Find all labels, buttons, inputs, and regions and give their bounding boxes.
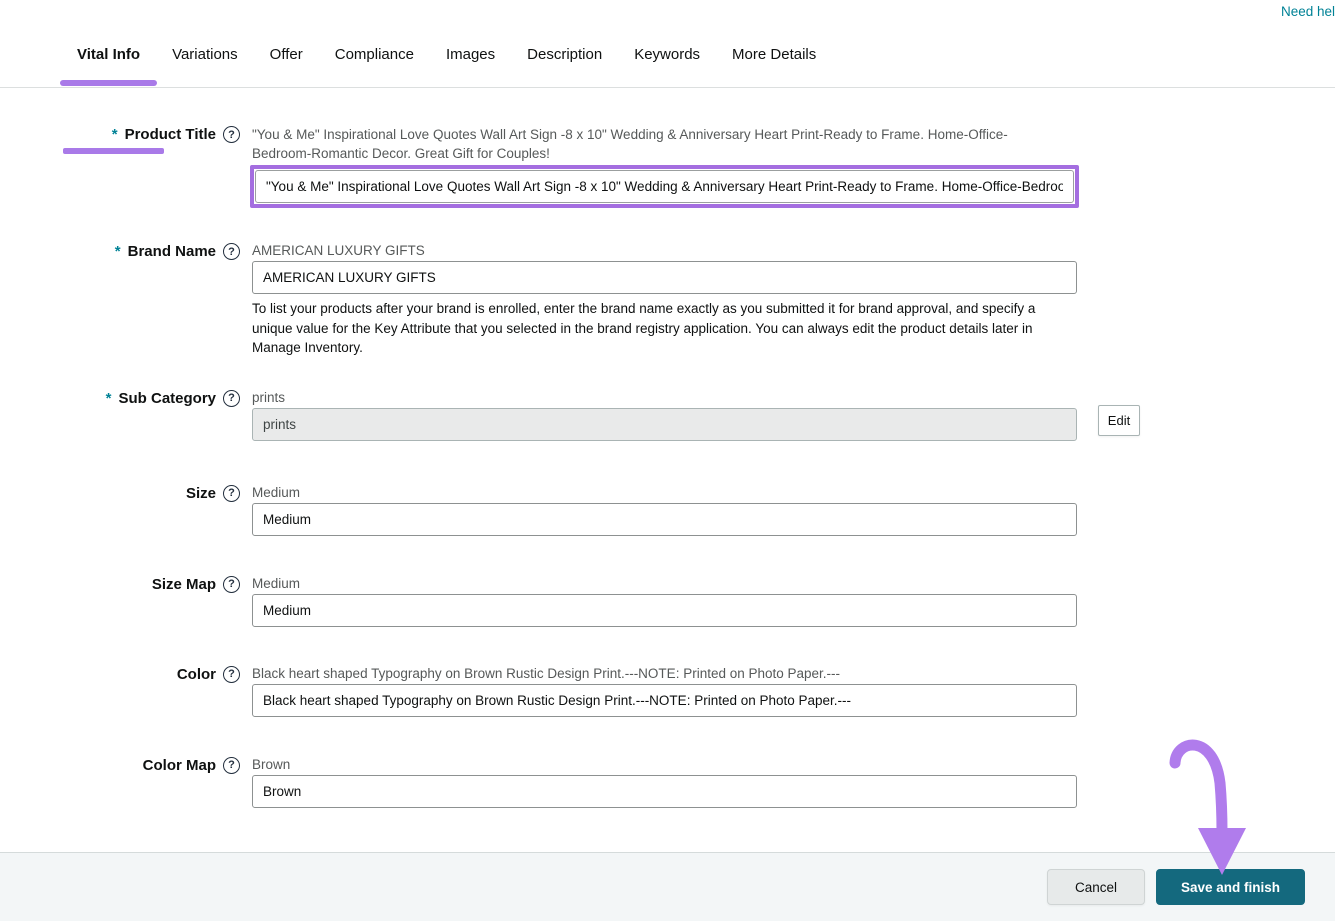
- size-hint: Medium: [252, 484, 1077, 501]
- size-input[interactable]: [252, 503, 1077, 536]
- help-icon[interactable]: ?: [223, 390, 240, 407]
- field-row-size-map: Size Map ? Medium: [0, 575, 1335, 627]
- size-label-group: Size ?: [0, 484, 240, 536]
- product-title-hint: "You & Me" Inspirational Love Quotes Wal…: [252, 125, 1047, 163]
- field-row-sub-category: * Sub Category ? prints Edit: [0, 389, 1335, 441]
- size-map-label: Size Map: [152, 576, 216, 594]
- brand-name-input[interactable]: [252, 261, 1077, 294]
- purple-underline-annotation: [63, 148, 164, 154]
- help-icon[interactable]: ?: [223, 666, 240, 683]
- sub-category-field: prints: [252, 389, 1077, 441]
- sub-category-hint: prints: [252, 389, 1077, 406]
- product-title-input[interactable]: [255, 170, 1074, 203]
- tab-keywords[interactable]: Keywords: [618, 46, 716, 87]
- size-field: Medium: [252, 484, 1077, 536]
- color-map-label: Color Map: [143, 757, 216, 775]
- product-title-label: Product Title: [125, 126, 216, 144]
- tab-compliance[interactable]: Compliance: [319, 46, 430, 87]
- vital-info-form: * Product Title ? "You & Me" Inspiration…: [0, 88, 1335, 808]
- tab-images[interactable]: Images: [430, 46, 511, 87]
- tab-bar: Vital Info Variations Offer Compliance I…: [61, 46, 832, 87]
- page-header: Need help? Vital Info Variations Offer C…: [0, 0, 1335, 88]
- sub-category-label-group: * Sub Category ?: [0, 389, 240, 441]
- field-row-color: Color ? Black heart shaped Typography on…: [0, 665, 1335, 717]
- brand-name-label: Brand Name: [128, 243, 216, 261]
- size-map-input[interactable]: [252, 594, 1077, 627]
- help-icon[interactable]: ?: [223, 485, 240, 502]
- help-icon[interactable]: ?: [223, 576, 240, 593]
- required-asterisk: *: [106, 390, 112, 408]
- field-row-size: Size ? Medium: [0, 484, 1335, 536]
- color-map-label-group: Color Map ?: [0, 756, 240, 808]
- color-label: Color: [177, 666, 216, 684]
- color-input[interactable]: [252, 684, 1077, 717]
- brand-name-field: AMERICAN LUXURY GIFTS To list your produ…: [252, 242, 1077, 358]
- tab-offer[interactable]: Offer: [254, 46, 319, 87]
- sub-category-label: Sub Category: [118, 390, 216, 408]
- need-help-link[interactable]: Need help?: [1281, 4, 1335, 19]
- color-map-hint: Brown: [252, 756, 1077, 773]
- brand-name-hint: AMERICAN LUXURY GIFTS: [252, 242, 1077, 259]
- size-map-hint: Medium: [252, 575, 1077, 592]
- color-label-group: Color ?: [0, 665, 240, 717]
- save-and-finish-button[interactable]: Save and finish: [1156, 869, 1305, 905]
- field-row-brand-name: * Brand Name ? AMERICAN LUXURY GIFTS To …: [0, 242, 1335, 358]
- purple-highlight-box-annotation: [250, 165, 1079, 208]
- size-map-label-group: Size Map ?: [0, 575, 240, 627]
- help-icon[interactable]: ?: [223, 126, 240, 143]
- color-map-input[interactable]: [252, 775, 1077, 808]
- required-asterisk: *: [115, 243, 121, 261]
- help-icon[interactable]: ?: [223, 757, 240, 774]
- tab-variations[interactable]: Variations: [156, 46, 254, 87]
- field-row-color-map: Color Map ? Brown: [0, 756, 1335, 808]
- tab-more-details[interactable]: More Details: [716, 46, 832, 87]
- brand-name-help-text: To list your products after your brand i…: [252, 299, 1064, 358]
- tab-description[interactable]: Description: [511, 46, 618, 87]
- color-field: Black heart shaped Typography on Brown R…: [252, 665, 1077, 717]
- size-map-field: Medium: [252, 575, 1077, 627]
- cancel-button[interactable]: Cancel: [1047, 869, 1145, 905]
- edit-button[interactable]: Edit: [1098, 405, 1140, 436]
- product-title-label-group: * Product Title ?: [0, 125, 240, 208]
- product-edit-page: { "header": { "need_help_label": "Need h…: [0, 0, 1335, 921]
- sub-category-input: [252, 408, 1077, 441]
- field-row-product-title: * Product Title ? "You & Me" Inspiration…: [0, 125, 1335, 208]
- required-asterisk: *: [112, 126, 118, 144]
- color-map-field: Brown: [252, 756, 1077, 808]
- color-hint: Black heart shaped Typography on Brown R…: [252, 665, 1077, 682]
- brand-name-label-group: * Brand Name ?: [0, 242, 240, 358]
- product-title-field: "You & Me" Inspirational Love Quotes Wal…: [252, 125, 1077, 208]
- footer-action-bar: Cancel Save and finish: [0, 852, 1335, 921]
- size-label: Size: [186, 485, 216, 503]
- help-icon[interactable]: ?: [223, 243, 240, 260]
- tab-vital-info[interactable]: Vital Info: [61, 46, 156, 87]
